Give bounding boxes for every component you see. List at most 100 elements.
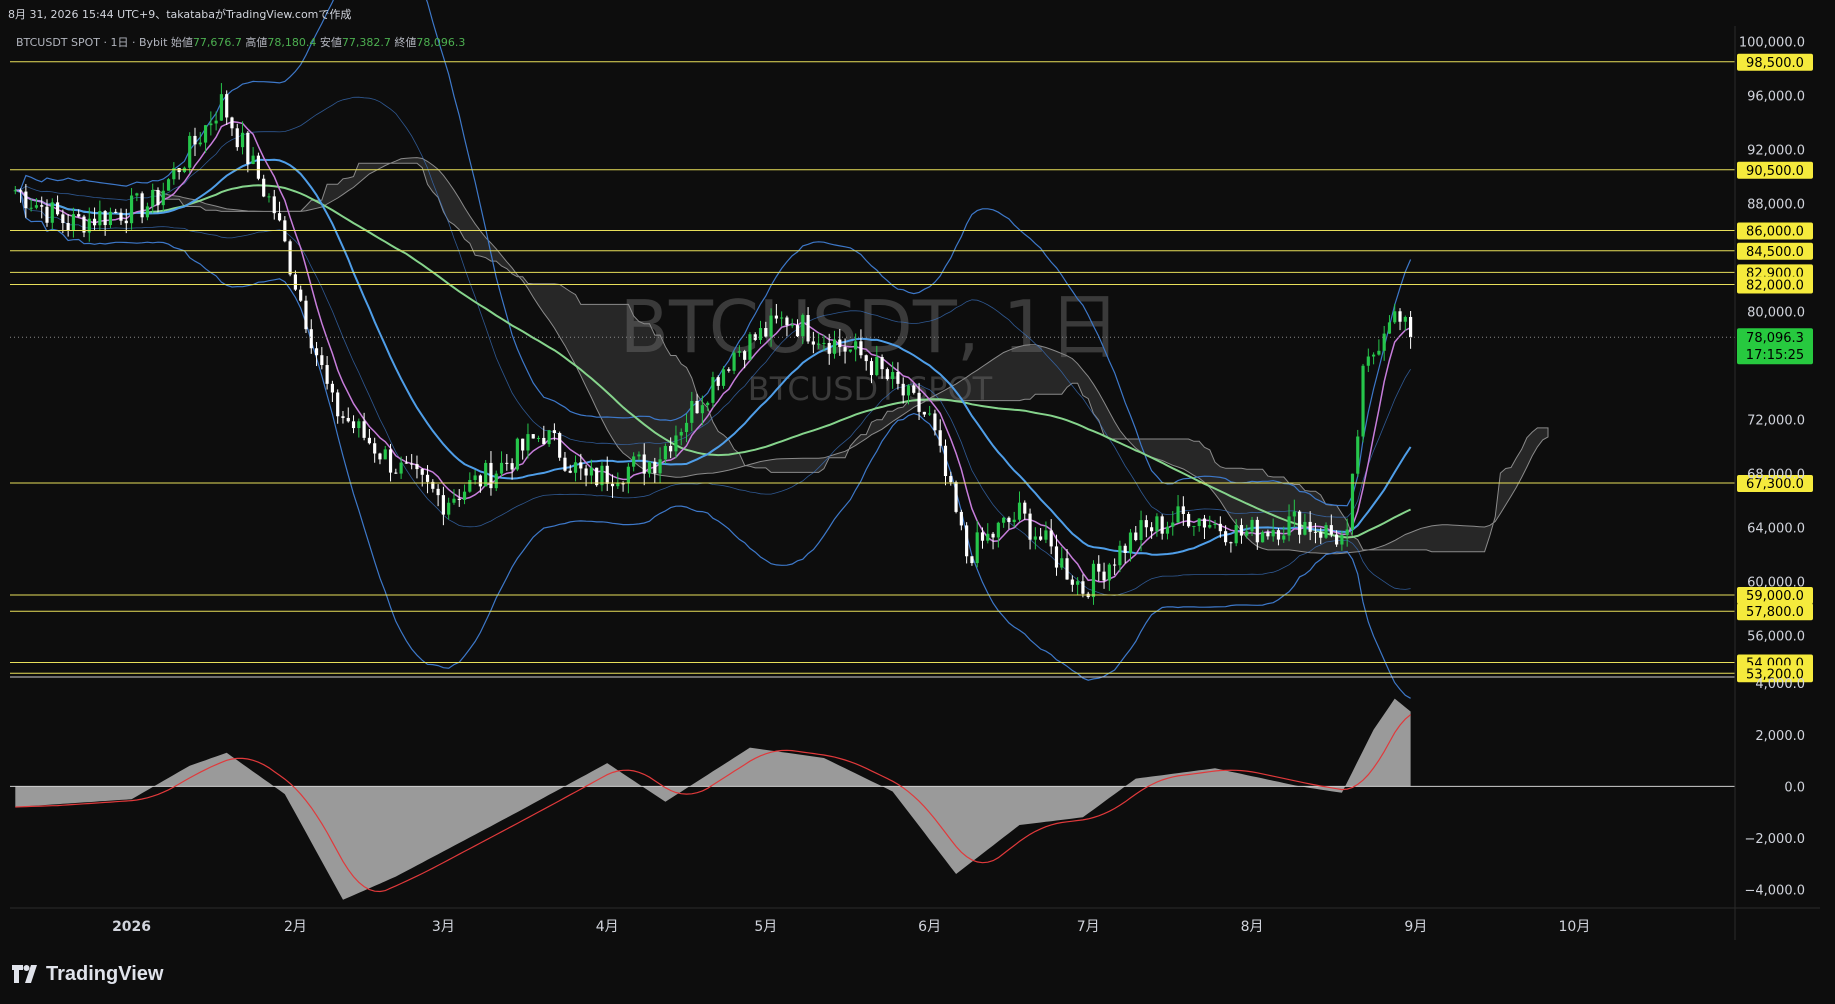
candle bbox=[1081, 574, 1085, 598]
candle-body bbox=[1091, 563, 1096, 598]
price-tick-label: 68,000.0 bbox=[1747, 468, 1805, 483]
macd-tick-label: −2,000.0 bbox=[1744, 832, 1805, 847]
candle-body bbox=[896, 371, 900, 384]
candle-body bbox=[1250, 519, 1254, 532]
price-tick-label: 64,000.0 bbox=[1747, 522, 1805, 537]
candle-body bbox=[838, 339, 842, 348]
candle bbox=[1382, 325, 1386, 361]
candle bbox=[959, 509, 963, 531]
candle bbox=[267, 193, 271, 203]
candle-body bbox=[314, 348, 319, 356]
time-tick-label: 3月 bbox=[432, 919, 455, 935]
candle bbox=[1028, 508, 1032, 550]
candle-body bbox=[40, 205, 44, 207]
candle-body bbox=[684, 422, 689, 433]
candle bbox=[119, 208, 123, 225]
candle bbox=[515, 437, 519, 472]
candle-body bbox=[647, 461, 652, 474]
candle-body bbox=[388, 449, 393, 473]
candle-body bbox=[526, 434, 530, 451]
candle-body bbox=[817, 343, 821, 345]
candle-body bbox=[351, 421, 356, 429]
candle-body bbox=[71, 214, 76, 231]
candle-body bbox=[875, 357, 879, 376]
candle-body bbox=[66, 223, 70, 231]
candle bbox=[526, 423, 530, 459]
candle-body bbox=[119, 212, 123, 221]
candle-body bbox=[1324, 525, 1328, 538]
candle-body bbox=[589, 467, 593, 476]
candle bbox=[1070, 575, 1074, 592]
candle-body bbox=[1409, 316, 1413, 338]
candle-body bbox=[616, 483, 620, 487]
candle-body bbox=[748, 334, 752, 360]
candle-body bbox=[1171, 522, 1175, 527]
candle bbox=[473, 470, 477, 485]
candle bbox=[975, 520, 979, 568]
candle bbox=[420, 468, 424, 487]
candle bbox=[943, 439, 948, 486]
candle bbox=[922, 411, 926, 417]
candle bbox=[1076, 577, 1080, 596]
chart-canvas[interactable]: BTCUSDT, 1日BTCUSDT SPOT 98,500.0 90,500.0… bbox=[0, 0, 1835, 1004]
candle-body bbox=[499, 462, 504, 474]
candle-body bbox=[811, 341, 815, 345]
candle bbox=[499, 451, 504, 477]
candle bbox=[1017, 491, 1022, 522]
last-price-label: 78,096.3 bbox=[1746, 331, 1804, 346]
candle-body bbox=[1165, 526, 1170, 534]
candle-body bbox=[478, 475, 482, 487]
candle bbox=[410, 454, 414, 470]
candle bbox=[124, 208, 128, 234]
candle-body bbox=[1118, 545, 1122, 566]
candle-body bbox=[912, 385, 916, 393]
candle-body bbox=[584, 468, 588, 476]
candle-body bbox=[1102, 571, 1106, 581]
candle-body bbox=[473, 475, 477, 480]
candle-body bbox=[769, 315, 773, 337]
candle bbox=[573, 455, 578, 482]
candle bbox=[415, 455, 419, 479]
candle-body bbox=[420, 469, 424, 475]
macd-tick-label: −4,000.0 bbox=[1744, 884, 1805, 899]
candle bbox=[140, 191, 144, 224]
candle-body bbox=[293, 274, 297, 290]
candle-body bbox=[632, 456, 636, 467]
candle-body bbox=[1033, 536, 1037, 540]
candle-body bbox=[18, 190, 23, 192]
candle-body bbox=[336, 392, 340, 417]
symbol-name[interactable]: BTCUSDT SPOT · 1日 · Bybit bbox=[16, 36, 167, 49]
candle-body bbox=[610, 483, 615, 487]
candle-body bbox=[436, 488, 440, 496]
candle-body bbox=[774, 315, 778, 319]
candle-body bbox=[489, 462, 493, 489]
candle bbox=[558, 431, 562, 461]
candle bbox=[1176, 495, 1180, 523]
candle bbox=[98, 200, 102, 231]
candle bbox=[114, 208, 118, 214]
candle-body bbox=[980, 532, 985, 541]
candle-body bbox=[901, 383, 905, 396]
candle-body bbox=[975, 532, 979, 564]
candle-body bbox=[505, 462, 509, 464]
header-info: 8月 31, 2026 15:44 UTC+9、takatabaがTrading… bbox=[8, 8, 352, 21]
candle bbox=[436, 484, 440, 507]
candle-body bbox=[721, 369, 726, 386]
candle-body bbox=[1345, 529, 1349, 535]
candle bbox=[1409, 310, 1413, 349]
candle bbox=[71, 207, 76, 238]
tradingview-logo[interactable]: TradingView bbox=[12, 963, 163, 986]
candle-body bbox=[1065, 558, 1069, 580]
price-pane[interactable]: BTCUSDT, 1日BTCUSDT SPOT bbox=[10, 0, 1735, 699]
candle bbox=[489, 451, 493, 496]
candle-body bbox=[1113, 564, 1117, 566]
candle bbox=[970, 556, 974, 566]
candle-body bbox=[1356, 436, 1360, 474]
candle-body bbox=[394, 472, 398, 474]
candle-body bbox=[1377, 350, 1381, 355]
candle-body bbox=[1372, 354, 1376, 357]
close-value: 78,096.3 bbox=[416, 36, 466, 49]
candle bbox=[462, 484, 467, 505]
candle-body bbox=[262, 178, 266, 197]
candle-body bbox=[98, 211, 102, 226]
